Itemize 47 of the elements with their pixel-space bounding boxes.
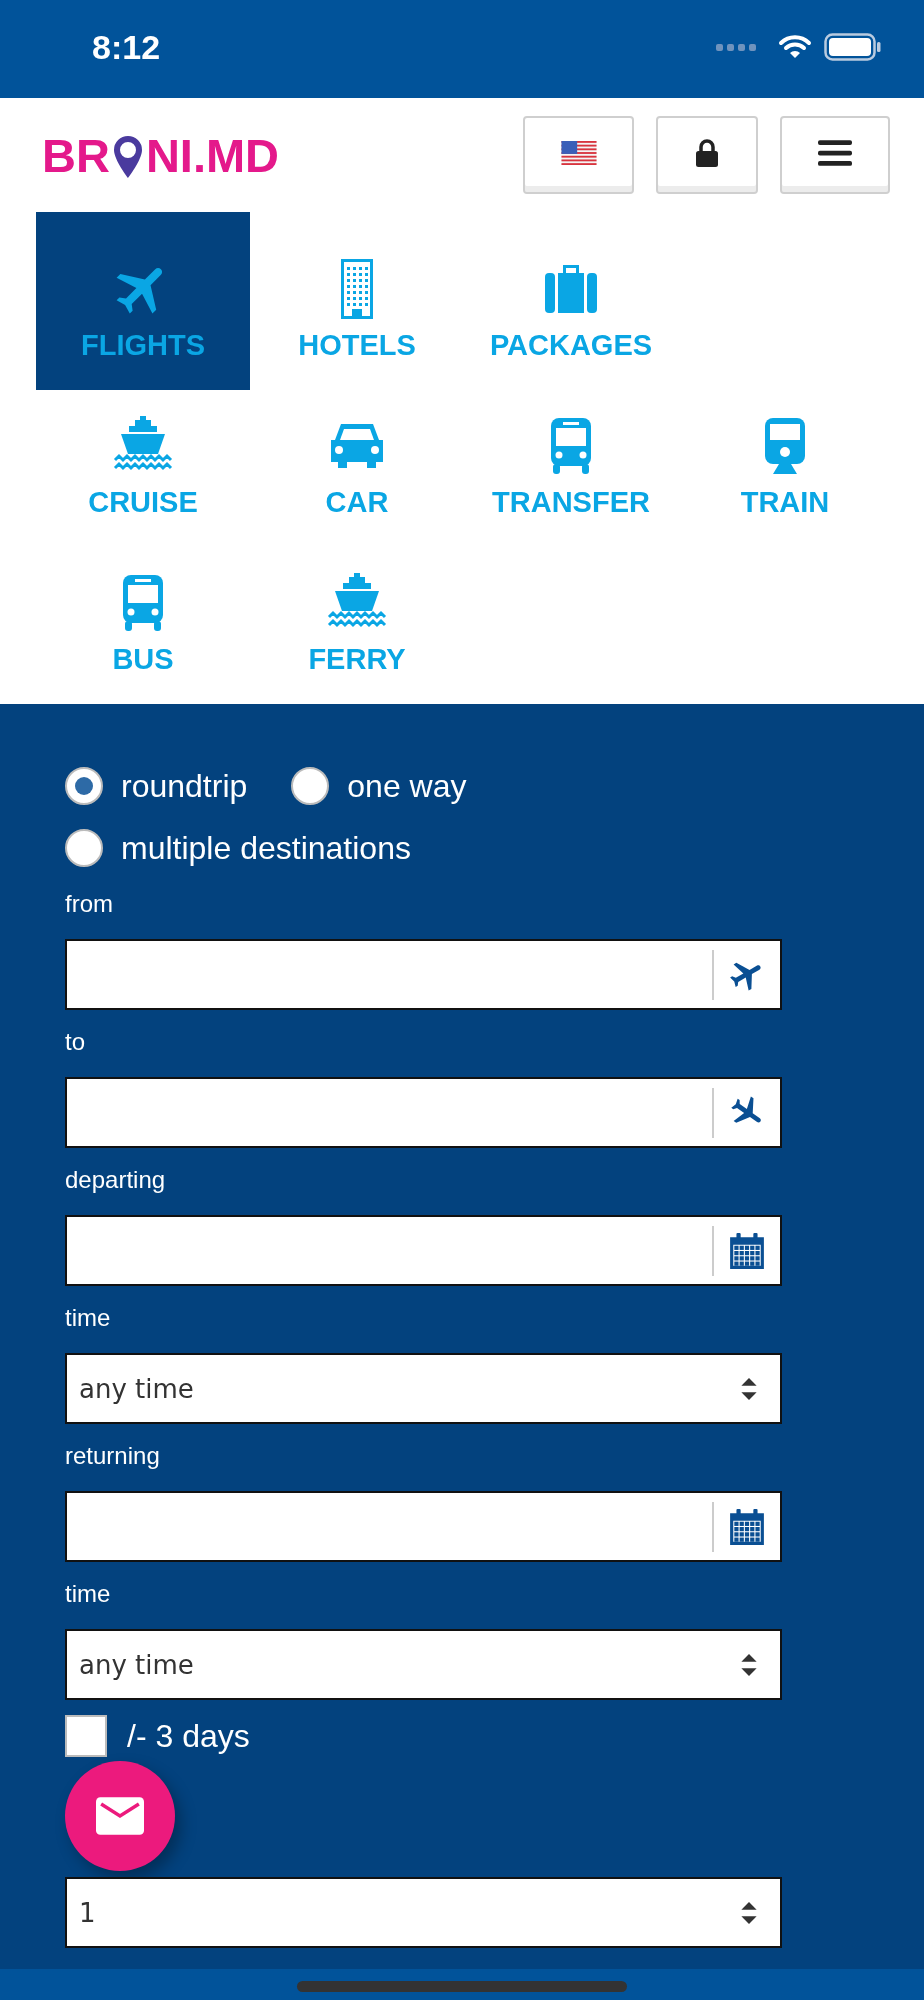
calendar-icon: [728, 1231, 766, 1270]
checkbox-label[interactable]: /- 3 days: [127, 1717, 250, 1755]
time-select[interactable]: any time: [65, 1629, 782, 1700]
date-field[interactable]: [65, 1491, 782, 1562]
category-tab[interactable]: TRAIN: [678, 390, 892, 547]
radio-button[interactable]: [65, 767, 103, 805]
menu-button[interactable]: [780, 116, 890, 194]
field-label: time: [65, 1303, 112, 1333]
envelope-icon: [96, 1797, 144, 1835]
radio-label[interactable]: multiple destinations: [121, 829, 411, 867]
wifi-icon: [778, 34, 812, 60]
airport-field[interactable]: [65, 1077, 782, 1148]
category-tab[interactable]: PACKAGES: [464, 212, 678, 390]
updown-icon: [740, 1652, 758, 1677]
field-label: to: [65, 1027, 86, 1057]
radio-button[interactable]: [65, 829, 103, 867]
airport-field[interactable]: [65, 939, 782, 1010]
field-label: returning: [65, 1441, 161, 1471]
category-tab[interactable]: CAR: [250, 390, 464, 547]
radio-label[interactable]: roundtrip: [121, 767, 248, 805]
checkbox[interactable]: [65, 1715, 107, 1757]
category-tab[interactable]: TRANSFER: [464, 390, 678, 547]
lock-icon: [695, 138, 719, 168]
login-button[interactable]: [656, 116, 758, 194]
flag-icon: [560, 141, 597, 165]
site-logo[interactable]: BR NI.MD: [42, 131, 280, 179]
field-label: time: [65, 1579, 112, 1609]
time-select[interactable]: any time: [65, 1353, 782, 1424]
updown-icon: [740, 1900, 758, 1925]
date-field[interactable]: [65, 1215, 782, 1286]
battery-icon: [824, 33, 882, 61]
radio-button[interactable]: [291, 767, 330, 805]
category-tab[interactable]: BUS: [36, 547, 250, 704]
menu-icon: [818, 139, 852, 167]
category-tab[interactable]: FLIGHTS: [36, 212, 250, 390]
field-label: departing: [65, 1165, 167, 1195]
category-tab[interactable]: CRUISE: [36, 390, 250, 547]
category-tab[interactable]: FERRY: [250, 547, 464, 704]
signal-icon: [716, 42, 756, 52]
calendar-icon: [728, 1507, 766, 1546]
radio-label[interactable]: one way: [347, 767, 467, 805]
travelers-select[interactable]: 1: [65, 1877, 782, 1948]
updown-icon: [740, 1376, 758, 1401]
field-label: from: [65, 889, 114, 919]
language-button[interactable]: [523, 116, 634, 194]
category-tab[interactable]: HOTELS: [250, 212, 464, 390]
clock-time: 8:12: [92, 27, 161, 68]
